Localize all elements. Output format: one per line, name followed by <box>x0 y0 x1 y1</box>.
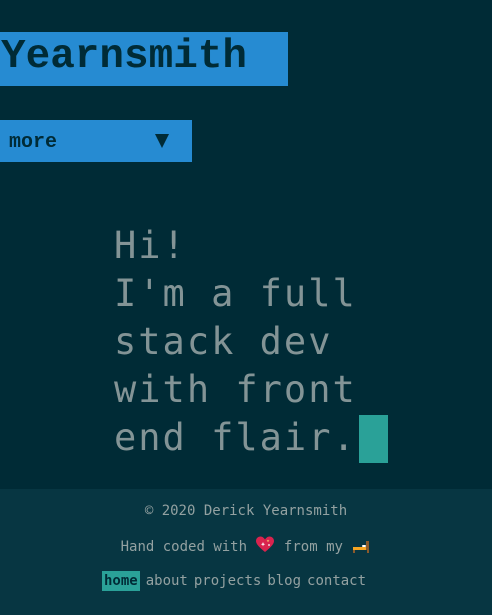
footer-nav: home about projects blog contact <box>102 571 372 591</box>
more-menu-button[interactable]: more <box>0 120 192 162</box>
sparkling-heart-icon <box>256 536 275 552</box>
more-menu-label: more <box>9 131 58 154</box>
copyright-text: © 2020 Derick Yearnsmith <box>144 503 348 519</box>
hero-text: Hi! I'm a full stack dev with front end … <box>114 222 414 463</box>
hero-line-last: end flair. <box>114 414 414 463</box>
hero-line: I'm a full <box>114 272 357 315</box>
nav-contact[interactable]: contact <box>307 571 366 591</box>
triangle-down-icon <box>155 134 169 148</box>
footer: © 2020 Derick Yearnsmith Hand coded with… <box>0 489 492 615</box>
handcoded-line: Hand coded with from my <box>0 535 492 557</box>
text-cursor <box>358 415 388 463</box>
hero-line: stack dev <box>114 320 333 363</box>
hero-line-text: end flair. <box>114 416 357 459</box>
hero-line: with front <box>114 368 357 411</box>
bed-icon <box>353 541 370 553</box>
nav-home[interactable]: home <box>102 571 140 591</box>
handcoded-middle: from my <box>283 539 343 555</box>
nav-blog[interactable]: blog <box>267 571 301 591</box>
site-title[interactable]: Yearnsmith <box>0 32 288 86</box>
nav-projects[interactable]: projects <box>194 571 261 591</box>
handcoded-prefix: Hand coded with <box>120 539 248 555</box>
hero-line: Hi! <box>114 224 187 267</box>
nav-about[interactable]: about <box>146 571 188 591</box>
